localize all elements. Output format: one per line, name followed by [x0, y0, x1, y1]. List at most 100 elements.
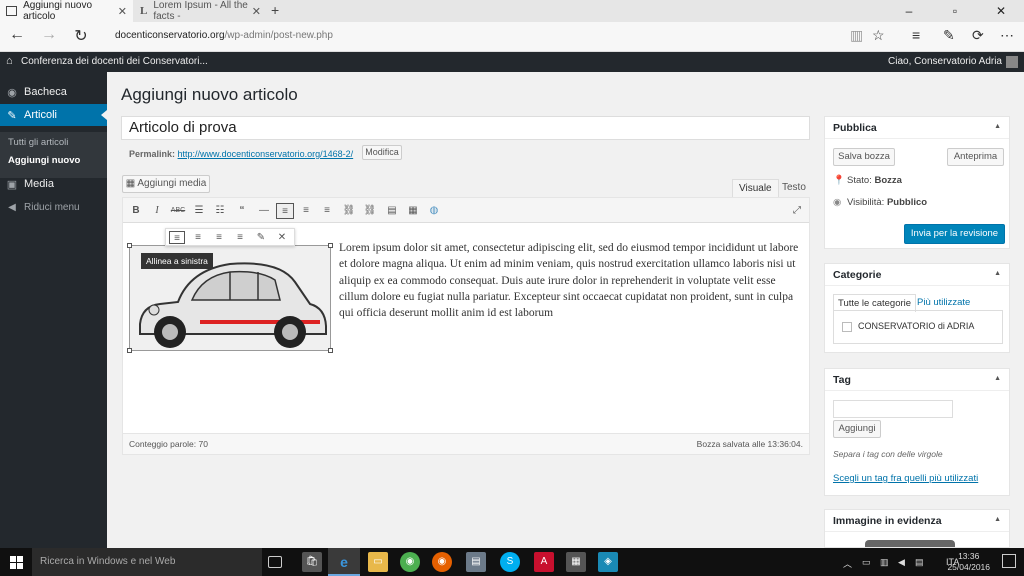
add-media-button[interactable]: ▦ Aggiungi media [122, 175, 210, 193]
align-left-icon[interactable]: ≡ [276, 203, 294, 219]
tab-testo[interactable]: Testo [776, 179, 812, 198]
task-view-icon[interactable] [268, 556, 282, 568]
message-icon[interactable]: ▤ [915, 557, 924, 568]
submenu-item-add-new[interactable]: Aggiungi nuovo [8, 155, 80, 166]
image-align-right-icon[interactable]: ≡ [211, 231, 227, 244]
horizontal-line-icon[interactable]: — [255, 203, 273, 219]
network-icon[interactable]: ▥ [880, 557, 889, 568]
close-window-icon[interactable]: ✕ [978, 0, 1024, 22]
numbered-list-icon[interactable]: ☷ [211, 203, 229, 219]
choose-tags-link[interactable]: Scegli un tag fra quelli più utilizzati [833, 473, 978, 484]
blockquote-icon[interactable]: “ [233, 203, 251, 219]
image-align-left-icon[interactable]: ≡ [169, 231, 185, 244]
edit-permalink-button[interactable]: Modifica [362, 145, 402, 160]
sidebar-item-media[interactable]: ▣ Media [0, 173, 107, 195]
page-title: Aggiungi nuovo articolo [121, 85, 298, 104]
preview-button[interactable]: Anteprima [947, 148, 1004, 166]
file-explorer-icon[interactable]: ▭ [368, 552, 388, 572]
store-icon[interactable]: 🛍 [302, 552, 322, 572]
toolbar-toggle-icon[interactable]: ▦ [404, 203, 422, 219]
bold-icon[interactable]: B [127, 203, 145, 219]
remove-icon[interactable]: ✕ [274, 231, 290, 244]
submit-for-review-button[interactable]: Invia per la revisione [904, 224, 1005, 244]
start-button[interactable] [0, 548, 32, 576]
avatar[interactable] [1006, 56, 1018, 68]
action-center-icon[interactable] [1002, 554, 1016, 568]
resize-handle[interactable] [127, 243, 132, 248]
user-greeting[interactable]: Ciao, Conservatorio Adria [888, 56, 1002, 67]
web-note-icon[interactable]: ✎ [943, 27, 955, 44]
browser-tab-active[interactable]: Aggiungi nuovo articolo ✕ [0, 0, 133, 22]
strikethrough-icon[interactable]: ABC [169, 203, 187, 219]
close-tab-icon[interactable]: ✕ [252, 5, 261, 18]
favorite-star-icon[interactable]: ☆ [872, 27, 885, 44]
share-icon[interactable]: ⟳ [972, 27, 984, 44]
resize-handle[interactable] [127, 348, 132, 353]
skype-icon[interactable]: S [500, 552, 520, 572]
editor-toolbar: B I ABC ☰ ☷ “ — ≡ ≡ ≡ ⛓ ⛓ ▤ ▦ ◍ ⤢ [123, 198, 809, 223]
tag-input[interactable] [833, 400, 953, 418]
align-center-icon[interactable]: ≡ [297, 203, 315, 219]
post-title-input[interactable]: Articolo di prova [121, 116, 810, 140]
edit-pencil-icon[interactable]: ✎ [253, 231, 269, 244]
minimize-icon[interactable]: – [886, 0, 932, 22]
app-icon[interactable]: ▦ [566, 552, 586, 572]
toggle-arrow-icon[interactable]: ▲ [994, 375, 1001, 382]
plugin-icon[interactable]: ◍ [425, 203, 443, 219]
tags-box: Tag ▲ Aggiungi Separa i tag con delle vi… [824, 368, 1010, 496]
volume-icon[interactable]: ◀ [898, 557, 905, 568]
toggle-arrow-icon[interactable]: ▲ [994, 270, 1001, 277]
submenu-item-all-posts[interactable]: Tutti gli articoli [8, 137, 68, 148]
back-icon[interactable]: ← [6, 26, 28, 44]
permalink-link[interactable]: http://www.docenticonservatorio.org/1468… [178, 149, 354, 159]
tab-visuale[interactable]: Visuale [732, 179, 779, 198]
tab-most-used[interactable]: Più utilizzate [913, 294, 974, 311]
category-checkbox[interactable] [842, 322, 852, 332]
site-name[interactable]: Conferenza dei docenti dei Conservatori.… [21, 56, 208, 67]
edge-icon[interactable]: e [334, 552, 354, 572]
acrobat-icon[interactable]: A [534, 552, 554, 572]
forward-icon[interactable]: → [38, 26, 60, 44]
more-icon[interactable]: ⋯ [1000, 27, 1014, 44]
unlink-icon[interactable]: ⛓ [361, 203, 379, 219]
taskbar-search[interactable]: Ricerca in Windows e nel Web [32, 548, 262, 576]
resize-handle[interactable] [328, 243, 333, 248]
browser-tab-inactive[interactable]: L Lorem Ipsum - All the facts - ✕ [134, 0, 267, 22]
url-field[interactable]: docenticonservatorio.org/wp-admin/post-n… [115, 30, 333, 41]
page-icon [6, 6, 18, 16]
italic-icon[interactable]: I [148, 203, 166, 219]
add-tag-button[interactable]: Aggiungi [833, 420, 881, 438]
home-icon[interactable]: ⌂ [6, 55, 13, 67]
maximize-icon[interactable]: ▫ [932, 0, 978, 22]
bullet-list-icon[interactable]: ☰ [190, 203, 208, 219]
link-icon[interactable]: ⛓ [340, 203, 358, 219]
reading-view-icon[interactable]: ▥ [850, 27, 863, 44]
network-app-icon[interactable]: ◈ [598, 552, 618, 572]
sidebar-item-articoli[interactable]: ✎ Articoli [0, 104, 107, 126]
new-tab-button[interactable]: + [271, 2, 279, 18]
editor-content[interactable]: ≡ ≡ ≡ ≡ ✎ ✕ Allinea a sinistra Lorem ips… [123, 223, 809, 433]
fullscreen-icon[interactable]: ⤢ [788, 203, 806, 219]
notepad-icon[interactable]: ▤ [466, 552, 486, 572]
hub-icon[interactable]: ≡ [912, 27, 920, 43]
sidebar-item-bacheca[interactable]: ◉ Bacheca [0, 81, 107, 103]
save-draft-button[interactable]: Salva bozza [833, 148, 895, 166]
close-tab-icon[interactable]: ✕ [118, 5, 127, 18]
toggle-arrow-icon[interactable]: ▲ [994, 123, 1001, 130]
firefox-icon[interactable]: ◉ [432, 552, 452, 572]
align-right-icon[interactable]: ≡ [318, 203, 336, 219]
read-more-icon[interactable]: ▤ [383, 203, 401, 219]
toggle-arrow-icon[interactable]: ▲ [994, 516, 1001, 523]
sidebar-item-label: Media [24, 178, 54, 190]
chrome-icon[interactable]: ◉ [400, 552, 420, 572]
collapse-menu[interactable]: ◀ Riduci menu [0, 202, 107, 213]
address-bar: ← → ↻ docenticonservatorio.org/wp-admin/… [0, 22, 1024, 52]
tray-up-arrow-icon[interactable]: ︿ [843, 557, 852, 570]
image-align-center-icon[interactable]: ≡ [190, 231, 206, 244]
refresh-icon[interactable]: ↻ [70, 26, 92, 46]
clock[interactable]: 13:36 25/04/2016 [947, 551, 990, 573]
image-no-align-icon[interactable]: ≡ [232, 231, 248, 244]
featured-image-preview[interactable] [865, 540, 955, 547]
battery-icon[interactable]: ▭ [862, 557, 871, 568]
resize-handle[interactable] [328, 348, 333, 353]
